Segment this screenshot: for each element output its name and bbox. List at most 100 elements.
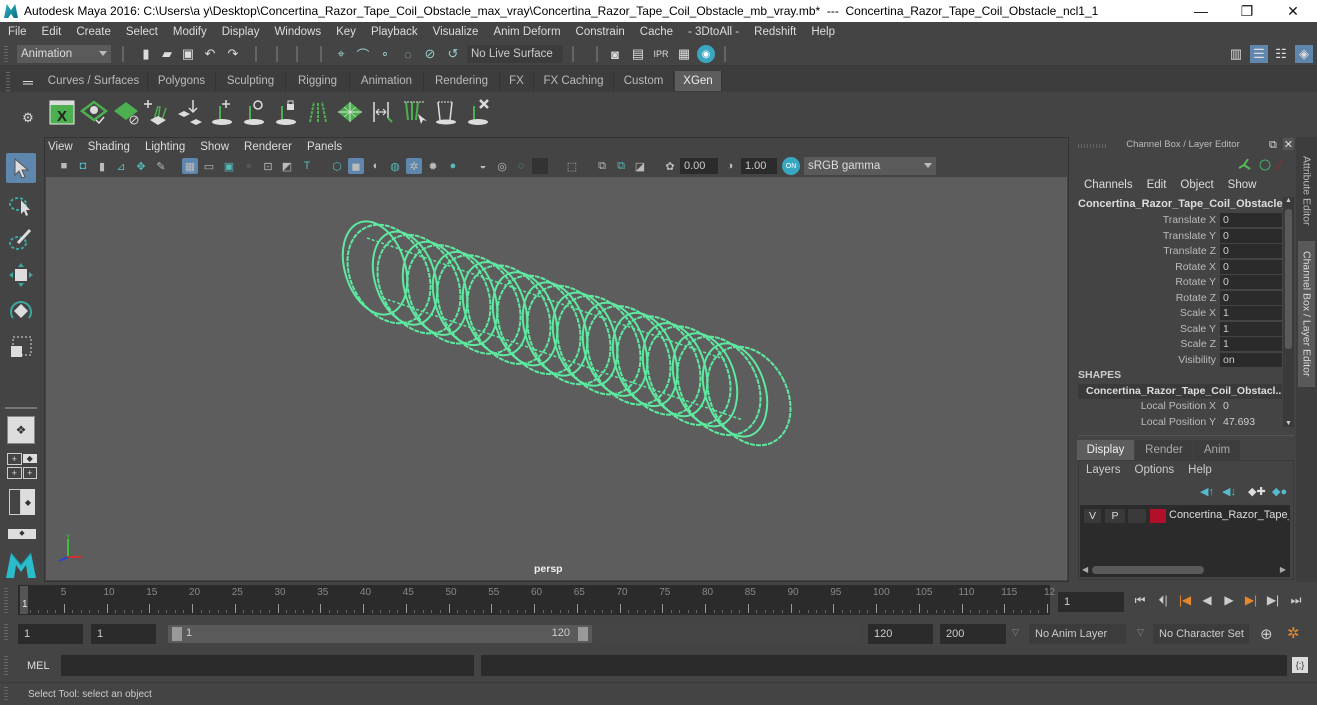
- close-button[interactable]: ✕: [1270, 0, 1316, 22]
- layer-menu-layers[interactable]: Layers: [1086, 464, 1121, 476]
- channel-value-field[interactable]: 1: [1220, 337, 1282, 352]
- render-view-icon[interactable]: ◙: [607, 46, 623, 62]
- current-frame-field[interactable]: 1: [1058, 592, 1124, 612]
- shape-channel-row[interactable]: Local Position X 0: [1078, 399, 1282, 414]
- layer-visibility-toggle[interactable]: V: [1084, 509, 1101, 523]
- lasso-tool-button[interactable]: [6, 190, 36, 220]
- vp-menu-panels[interactable]: Panels: [307, 141, 342, 153]
- channel-value-field[interactable]: 1: [1220, 321, 1282, 337]
- mel-command-input[interactable]: [61, 655, 474, 676]
- auto-key-icon[interactable]: ⊕: [1260, 625, 1273, 643]
- anim-layer-dropdown-icon[interactable]: ▽: [1012, 627, 1019, 638]
- go-to-end-icon[interactable]: ⏭: [1288, 592, 1304, 608]
- shelf-tab-polygons[interactable]: Polygons: [148, 71, 216, 91]
- select-camera-icon[interactable]: ■: [56, 158, 72, 174]
- shelf-tab-curves-surfaces[interactable]: Curves / Surfaces: [40, 71, 148, 91]
- play-forwards-icon[interactable]: ▶: [1221, 592, 1237, 608]
- channel-row[interactable]: Rotate X 0: [1078, 259, 1282, 275]
- select-tool-button[interactable]: [6, 153, 36, 183]
- depth-of-field-icon[interactable]: [532, 158, 548, 174]
- motion-blur-icon[interactable]: ◎: [494, 158, 510, 174]
- character-set-dropdown-icon[interactable]: ▽: [1137, 627, 1144, 638]
- vp-menu-show[interactable]: Show: [200, 141, 229, 153]
- shelf-settings-gear-icon[interactable]: ⚙: [20, 110, 36, 126]
- float-panel-icon[interactable]: ⧉: [1269, 139, 1277, 152]
- attribute-editor-toggle-icon[interactable]: ☰: [1250, 45, 1268, 63]
- xgen-select-guide-icon[interactable]: [240, 98, 268, 126]
- modeling-toolkit-icon[interactable]: ▥: [1228, 46, 1244, 62]
- scroll-right-icon[interactable]: ▶: [1280, 565, 1286, 574]
- minimize-button[interactable]: —: [1178, 0, 1224, 22]
- snap-view-plane-icon[interactable]: ◌: [400, 46, 416, 62]
- selected-object-name[interactable]: Concertina_Razor_Tape_Coil_Obstacle_...: [1078, 198, 1283, 210]
- menu-modify[interactable]: Modify: [173, 26, 207, 38]
- gate-mask-icon[interactable]: ●: [241, 158, 257, 174]
- timeline-grip[interactable]: [4, 588, 8, 614]
- shelf-tab-rendering[interactable]: Rendering: [424, 71, 500, 91]
- xgen-guide-sculpt-icon[interactable]: [400, 98, 428, 126]
- default-lighting-icon[interactable]: ◐: [368, 158, 384, 174]
- animation-preferences-icon[interactable]: ✲: [1287, 624, 1300, 642]
- vp-menu-lighting[interactable]: Lighting: [145, 141, 185, 153]
- shelf-tab-sculpting[interactable]: Sculpting: [216, 71, 286, 91]
- snap-live-icon[interactable]: ↺: [445, 46, 461, 62]
- new-scene-icon[interactable]: ▮: [138, 46, 154, 62]
- channel-row[interactable]: Scale X 1: [1078, 306, 1282, 321]
- anti-aliasing-icon[interactable]: ◌: [513, 158, 529, 174]
- animation-end-field[interactable]: 200: [940, 624, 1006, 644]
- scrollbar-thumb[interactable]: [1285, 209, 1292, 349]
- shadows-icon[interactable]: ●: [445, 158, 461, 174]
- safe-action-icon[interactable]: ◩: [279, 158, 295, 174]
- shelf-tab-fx[interactable]: FX: [500, 71, 534, 91]
- perspective-viewport[interactable]: Y: [46, 177, 1067, 580]
- xgen-density-icon[interactable]: [336, 98, 364, 126]
- film-gate-icon[interactable]: ▭: [201, 158, 217, 174]
- gamma-icon[interactable]: ◑: [722, 158, 738, 174]
- cb-menu-edit[interactable]: Edit: [1147, 179, 1167, 191]
- script-editor-icon[interactable]: {;}: [1292, 657, 1308, 673]
- scroll-left-icon[interactable]: ◀: [1082, 565, 1088, 574]
- screen-space-ao-icon[interactable]: ◒: [475, 158, 491, 174]
- cb-menu-show[interactable]: Show: [1228, 179, 1257, 191]
- tab-attribute-editor[interactable]: Attribute Editor: [1298, 145, 1315, 237]
- channel-row[interactable]: Scale Y 1: [1078, 321, 1282, 337]
- layer-menu-help[interactable]: Help: [1188, 464, 1212, 476]
- step-forward-key-icon[interactable]: ▶|: [1243, 592, 1259, 608]
- xgen-guide-shapes-icon[interactable]: [304, 98, 332, 126]
- gamma-field[interactable]: 1.00: [741, 158, 777, 174]
- menu-help[interactable]: Help: [811, 26, 835, 38]
- camera-attributes-icon[interactable]: ◘: [75, 158, 91, 174]
- menuset-dropdown[interactable]: Animation: [17, 45, 111, 63]
- channel-row[interactable]: Visibility on: [1078, 352, 1282, 368]
- playback-start-field[interactable]: 1: [91, 624, 156, 644]
- manipulator-display-icons[interactable]: [1236, 156, 1286, 174]
- xgen-window-icon[interactable]: X: [48, 98, 76, 126]
- range-start-handle[interactable]: [172, 627, 182, 641]
- channel-value-field[interactable]: 0: [1220, 228, 1282, 244]
- menu-constrain[interactable]: Constrain: [576, 26, 625, 38]
- snap-curve-icon[interactable]: ⌒: [355, 46, 371, 63]
- xgen-add-guide-icon[interactable]: [208, 98, 236, 126]
- xgen-clear-preview-icon[interactable]: [112, 98, 140, 126]
- move-tool-button[interactable]: [6, 260, 36, 290]
- field-chart-icon[interactable]: ⊡: [260, 158, 276, 174]
- xgen-lock-guide-icon[interactable]: [272, 98, 300, 126]
- menu-anim-deform[interactable]: Anim Deform: [493, 26, 560, 38]
- four-view-layout-button[interactable]: + ◆ + +: [7, 452, 37, 480]
- channel-value-field[interactable]: 0: [1220, 399, 1282, 414]
- render-current-frame-icon[interactable]: ▤: [630, 46, 646, 62]
- layer-tab-display[interactable]: Display: [1077, 440, 1134, 460]
- channel-row[interactable]: Rotate Z 0: [1078, 290, 1282, 306]
- menu-visualize[interactable]: Visualize: [433, 26, 479, 38]
- go-to-start-icon[interactable]: ⏮: [1132, 592, 1148, 608]
- close-panel-icon[interactable]: ✕: [1283, 138, 1294, 151]
- channel-value-field[interactable]: 47.693: [1220, 415, 1282, 430]
- image-plane-icon[interactable]: ⊿: [113, 158, 129, 174]
- safe-title-icon[interactable]: T: [299, 158, 315, 174]
- layer-display-type-toggle[interactable]: [1128, 509, 1146, 523]
- grease-pencil-icon[interactable]: ✎: [153, 158, 169, 174]
- wireframe-on-shaded-icon[interactable]: ◍: [387, 158, 403, 174]
- wireframe-icon[interactable]: ⬡: [329, 158, 345, 174]
- shelf-tab-animation[interactable]: Animation: [350, 71, 424, 91]
- menu-redshift[interactable]: Redshift: [754, 26, 796, 38]
